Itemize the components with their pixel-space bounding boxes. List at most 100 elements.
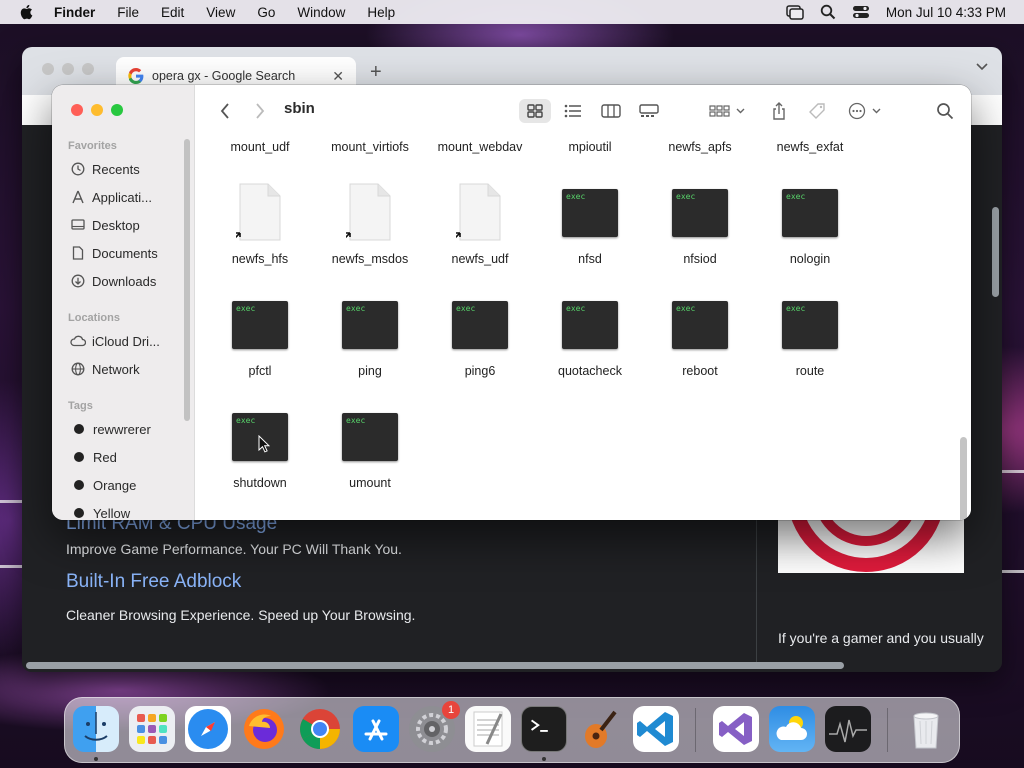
forward-button[interactable] xyxy=(250,99,270,123)
sidebar-tag-red[interactable]: Red xyxy=(70,446,190,468)
column-view-button[interactable] xyxy=(597,99,625,123)
executable-icon[interactable]: exec xyxy=(562,189,618,237)
vscode-dock-icon[interactable] xyxy=(633,706,679,752)
close-button[interactable] xyxy=(71,104,83,116)
icon-view-button[interactable] xyxy=(519,99,551,123)
trash-dock-icon[interactable] xyxy=(903,706,949,752)
file-label-mount-virtiofs[interactable]: mount_virtiofs xyxy=(315,140,425,154)
browser-zoom-button[interactable] xyxy=(82,63,94,75)
sidebar-item-network[interactable]: Network xyxy=(70,358,190,380)
activity-monitor-dock-icon[interactable] xyxy=(825,706,871,752)
file-label-ping[interactable]: ping xyxy=(315,364,425,378)
visual-studio-dock-icon[interactable] xyxy=(713,706,759,752)
file-label-route[interactable]: route xyxy=(755,364,865,378)
browser-minimize-button[interactable] xyxy=(62,63,74,75)
tags-button[interactable] xyxy=(805,99,831,123)
sidebar-item-desktop[interactable]: Desktop xyxy=(70,214,190,236)
menu-file[interactable]: File xyxy=(117,5,139,20)
screen-mirroring-icon[interactable] xyxy=(786,4,804,20)
file-label-mount-udf[interactable]: mount_udf xyxy=(205,140,315,154)
zoom-button[interactable] xyxy=(111,104,123,116)
alias-document-icon[interactable] xyxy=(346,183,394,241)
chrome-dock-icon[interactable] xyxy=(297,706,343,752)
file-label-umount[interactable]: umount xyxy=(315,476,425,490)
textedit-dock-icon[interactable] xyxy=(465,706,511,752)
file-label-nologin[interactable]: nologin xyxy=(755,252,865,266)
menu-clock[interactable]: Mon Jul 10 4:33 PM xyxy=(886,5,1006,20)
alias-document-icon[interactable] xyxy=(456,183,504,241)
new-tab-button[interactable]: + xyxy=(370,61,382,84)
sidebar-item-recents[interactable]: Recents xyxy=(70,158,190,180)
safari-dock-icon[interactable] xyxy=(185,706,231,752)
file-label-newfs-hfs[interactable]: newfs_hfs xyxy=(205,252,315,266)
mouse-cursor-icon xyxy=(258,435,270,453)
file-label-nfsd[interactable]: nfsd xyxy=(535,252,645,266)
file-label-mpioutil[interactable]: mpioutil xyxy=(535,140,645,154)
tab-close-icon[interactable]: ✕ xyxy=(332,68,344,85)
menu-help[interactable]: Help xyxy=(367,5,395,20)
file-label-newfs-udf[interactable]: newfs_udf xyxy=(425,252,535,266)
action-menu-button[interactable] xyxy=(847,99,887,123)
executable-icon[interactable]: exec xyxy=(782,189,838,237)
list-view-button[interactable] xyxy=(559,99,587,123)
running-indicator xyxy=(542,757,546,761)
sidebar-tag-yellow[interactable]: Yellow xyxy=(70,502,190,520)
executable-icon[interactable]: exec xyxy=(672,189,728,237)
file-label-ping6[interactable]: ping6 xyxy=(425,364,535,378)
back-button[interactable] xyxy=(215,99,235,123)
control-center-icon[interactable] xyxy=(852,4,870,20)
browser-vertical-scrollbar[interactable] xyxy=(992,207,999,297)
menu-edit[interactable]: Edit xyxy=(161,5,184,20)
sidebar-scrollbar[interactable] xyxy=(184,139,190,421)
sidebar-item-documents[interactable]: Documents xyxy=(70,242,190,264)
file-label-nfsiod[interactable]: nfsiod xyxy=(645,252,755,266)
sidebar-item-applications[interactable]: Applicati... xyxy=(70,186,190,208)
file-label-newfs-exfat[interactable]: newfs_exfat xyxy=(755,140,865,154)
file-grid-scrollbar[interactable] xyxy=(960,437,967,520)
sidebar-item-label: Orange xyxy=(93,477,137,493)
file-label-newfs-msdos[interactable]: newfs_msdos xyxy=(315,252,425,266)
file-label-pfctl[interactable]: pfctl xyxy=(205,364,315,378)
finder-dock-icon[interactable] xyxy=(73,706,119,752)
tab-search-chevron-icon[interactable] xyxy=(976,63,988,71)
sidebar-tag-orange[interactable]: Orange xyxy=(70,474,190,496)
menu-go[interactable]: Go xyxy=(257,5,275,20)
sidebar-tag-rewwrerer[interactable]: rewwrerer xyxy=(70,418,190,440)
search-button[interactable] xyxy=(933,99,957,123)
cloud-icon xyxy=(70,333,86,349)
gallery-view-button[interactable] xyxy=(635,99,663,123)
executable-icon[interactable]: exec xyxy=(342,413,398,461)
browser-horizontal-scrollbar[interactable] xyxy=(26,662,844,669)
sidebar-item-icloud[interactable]: iCloud Dri... xyxy=(70,330,190,352)
executable-icon[interactable]: exec xyxy=(782,301,838,349)
feature-title-adblock[interactable]: Built-In Free Adblock xyxy=(66,571,241,593)
app-store-dock-icon[interactable] xyxy=(353,706,399,752)
garageband-dock-icon[interactable] xyxy=(577,706,623,752)
menu-view[interactable]: View xyxy=(206,5,235,20)
menu-app-name[interactable]: Finder xyxy=(54,5,95,20)
spotlight-search-icon[interactable] xyxy=(820,4,836,20)
file-label-mount-webdav[interactable]: mount_webdav xyxy=(425,140,535,154)
alias-document-icon[interactable] xyxy=(236,183,284,241)
file-label-reboot[interactable]: reboot xyxy=(645,364,755,378)
executable-icon[interactable]: exec xyxy=(672,301,728,349)
executable-icon[interactable]: exec xyxy=(232,301,288,349)
terminal-dock-icon[interactable] xyxy=(521,706,567,752)
executable-icon[interactable]: exec xyxy=(452,301,508,349)
browser-close-button[interactable] xyxy=(42,63,54,75)
menu-window[interactable]: Window xyxy=(297,5,345,20)
sidebar-item-downloads[interactable]: Downloads xyxy=(70,270,190,292)
apple-logo-icon[interactable] xyxy=(18,3,36,21)
group-by-button[interactable] xyxy=(707,99,751,123)
executable-icon[interactable]: exec xyxy=(562,301,618,349)
launchpad-dock-icon[interactable] xyxy=(129,706,175,752)
file-label-shutdown[interactable]: shutdown xyxy=(205,476,315,490)
share-button[interactable] xyxy=(767,99,791,123)
sidebar-item-label: iCloud Dri... xyxy=(92,333,160,349)
minimize-button[interactable] xyxy=(91,104,103,116)
file-label-quotacheck[interactable]: quotacheck xyxy=(535,364,645,378)
firefox-dock-icon[interactable] xyxy=(241,706,287,752)
weather-dock-icon[interactable] xyxy=(769,706,815,752)
file-label-newfs-apfs[interactable]: newfs_apfs xyxy=(645,140,755,154)
executable-icon[interactable]: exec xyxy=(342,301,398,349)
